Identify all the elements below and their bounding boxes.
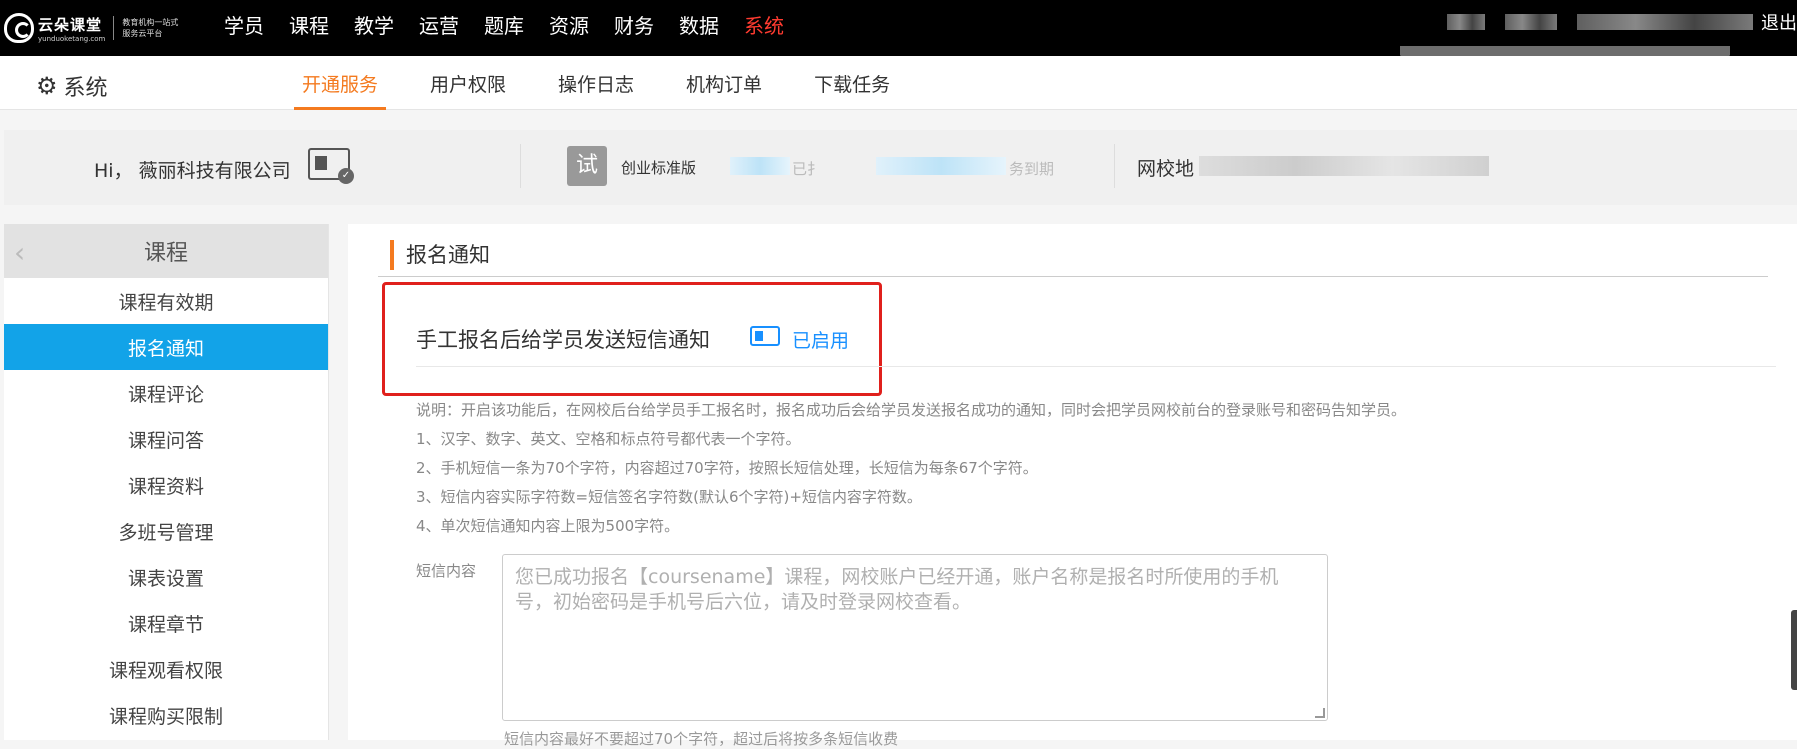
tab-operation-log[interactable]: 操作日志 [550,56,642,110]
logo-divider [113,16,115,40]
nav-item-teaching[interactable]: 教学 [354,10,394,39]
edition-name: 创业标准版 [621,159,697,177]
section-divider [378,276,1768,277]
sidebar-header-title: 课程 [143,241,188,266]
brand-name: 云朵课堂 [38,15,103,34]
note-line: 1、汉字、数字、英文、空格和标点符号都代表一个字符。 [416,430,801,448]
blurred-text-fragment: 务到期 [1009,160,1055,178]
sidebar-item-view-permission[interactable]: 课程观看权限 [4,646,328,692]
school-address-label: 网校地 [1137,158,1195,180]
subtabs: 开通服务 用户权限 操作日志 机构订单 下载任务 [294,56,934,110]
textarea-placeholder: 您已成功报名【coursename】课程，网校账户已经开通，账户名称是报名时所使… [515,566,1279,613]
note-line: 说明：开启该功能后，在网校后台给学员手工报名时，报名成功后会给学员发送报名成功的… [416,401,1407,419]
section-title: 报名通知 [390,240,490,270]
account-info-bar: Hi， 薇丽科技有限公司 ✓ 试 创业标准版 已扌 务到期 网校地 [4,130,1797,205]
blurred-block [876,157,1006,175]
logout-link[interactable]: 退出 [1761,9,1797,35]
inner-divider [416,366,1776,367]
id-card-icon[interactable]: ✓ [308,148,354,184]
course-sidebar: ‹ 课程 课程有效期 报名通知 课程评论 课程问答 课程资料 多班号管理 课表设… [4,224,329,740]
blurred-block [1447,14,1485,30]
blurred-block [1505,14,1557,30]
nav-item-system[interactable]: 系统 [744,10,784,39]
tab-user-permissions[interactable]: 用户权限 [422,56,514,110]
blurred-block [1577,14,1753,30]
tab-open-service[interactable]: 开通服务 [294,56,387,110]
nav-item-resources[interactable]: 资源 [549,10,589,39]
resize-handle-icon[interactable] [1315,708,1325,718]
check-icon: ✓ [338,168,354,184]
sidebar-item-course-materials[interactable]: 课程资料 [4,462,328,508]
system-subnav: ⚙ 系统 开通服务 用户权限 操作日志 机构订单 下载任务 [0,56,1797,110]
blurred-block [730,157,790,175]
sidebar-header: ‹ 课程 [4,224,328,278]
nav-item-students[interactable]: 学员 [224,10,264,39]
sidebar-item-class-numbers[interactable]: 多班号管理 [4,508,328,554]
sms-content-label: 短信内容 [416,562,477,580]
nav-item-question-bank[interactable]: 题库 [484,10,524,39]
notes: 说明：开启该功能后，在网校后台给学员手工报名时，报名成功后会给学员发送报名成功的… [416,396,1406,541]
cloud-logo-icon [4,13,34,43]
brand-logo[interactable]: 云朵课堂 yunduoketang.com 教育机构一站式服务云平台 [4,8,182,48]
note-line: 3、短信内容实际字符数=短信签名字符数(默认6个字符)+短信内容字符数。 [416,488,922,506]
trial-badge: 试 [567,146,607,186]
status-enabled-link[interactable]: 已启用 [792,326,849,353]
system-title-text: 系统 [63,76,108,101]
brand-domain: yunduoketang.com [38,34,106,43]
sidebar-item-chapters[interactable]: 课程章节 [4,600,328,646]
toggle-switch[interactable] [750,326,780,346]
sms-content-textarea[interactable]: 您已成功报名【coursename】课程，网校账户已经开通，账户名称是报名时所使… [502,554,1328,721]
nav-item-finance[interactable]: 财务 [614,10,654,39]
sms-notice-title: 手工报名后给学员发送短信通知 [416,328,710,352]
chevron-left-icon[interactable]: ‹ [14,236,25,269]
user-info-blurred: 退出 [1447,9,1797,35]
system-title: ⚙ 系统 [36,70,108,102]
tab-download-tasks[interactable]: 下载任务 [806,56,898,110]
main-nav: 学员 课程 教学 运营 题库 资源 财务 数据 系统 [224,0,809,48]
sidebar-item-course-qa[interactable]: 课程问答 [4,416,328,462]
sidebar-item-course-comments[interactable]: 课程评论 [4,370,328,416]
note-line: 4、单次短信通知内容上限为500字符。 [416,517,680,535]
divider [1114,144,1115,188]
nav-item-operations[interactable]: 运营 [419,10,459,39]
sidebar-item-schedule-settings[interactable]: 课表设置 [4,554,328,600]
nav-item-data[interactable]: 数据 [679,10,719,39]
brand-slogan: 教育机构一站式服务云平台 [122,18,179,38]
sidebar-item-purchase-limit[interactable]: 课程购买限制 [4,692,328,738]
tab-org-orders[interactable]: 机构订单 [678,56,770,110]
sms-length-hint: 短信内容最好不要超过70个字符，超过后将按多条短信收费 [504,730,899,748]
nav-item-courses[interactable]: 课程 [289,10,329,39]
note-line: 2、手机短信一条为70个字符，内容超过70字符，按照长短信处理，长短信为每条67… [416,459,1038,477]
blurred-text-fragment: 已扌 [792,160,823,178]
divider [520,144,521,188]
main-panel: 报名通知 手工报名后给学员发送短信通知 已启用 说明：开启该功能后，在网校后台给… [348,224,1797,748]
greeting: Hi， 薇丽科技有限公司 [94,160,291,182]
scrollbar[interactable] [1791,610,1797,690]
sidebar-item-enroll-notice[interactable]: 报名通知 [4,324,328,370]
blurred-block [1199,156,1489,176]
top-navbar: 云朵课堂 yunduoketang.com 教育机构一站式服务云平台 学员 课程… [0,0,1797,64]
sidebar-item-course-validity[interactable]: 课程有效期 [4,278,328,324]
gear-icon: ⚙ [36,72,58,100]
